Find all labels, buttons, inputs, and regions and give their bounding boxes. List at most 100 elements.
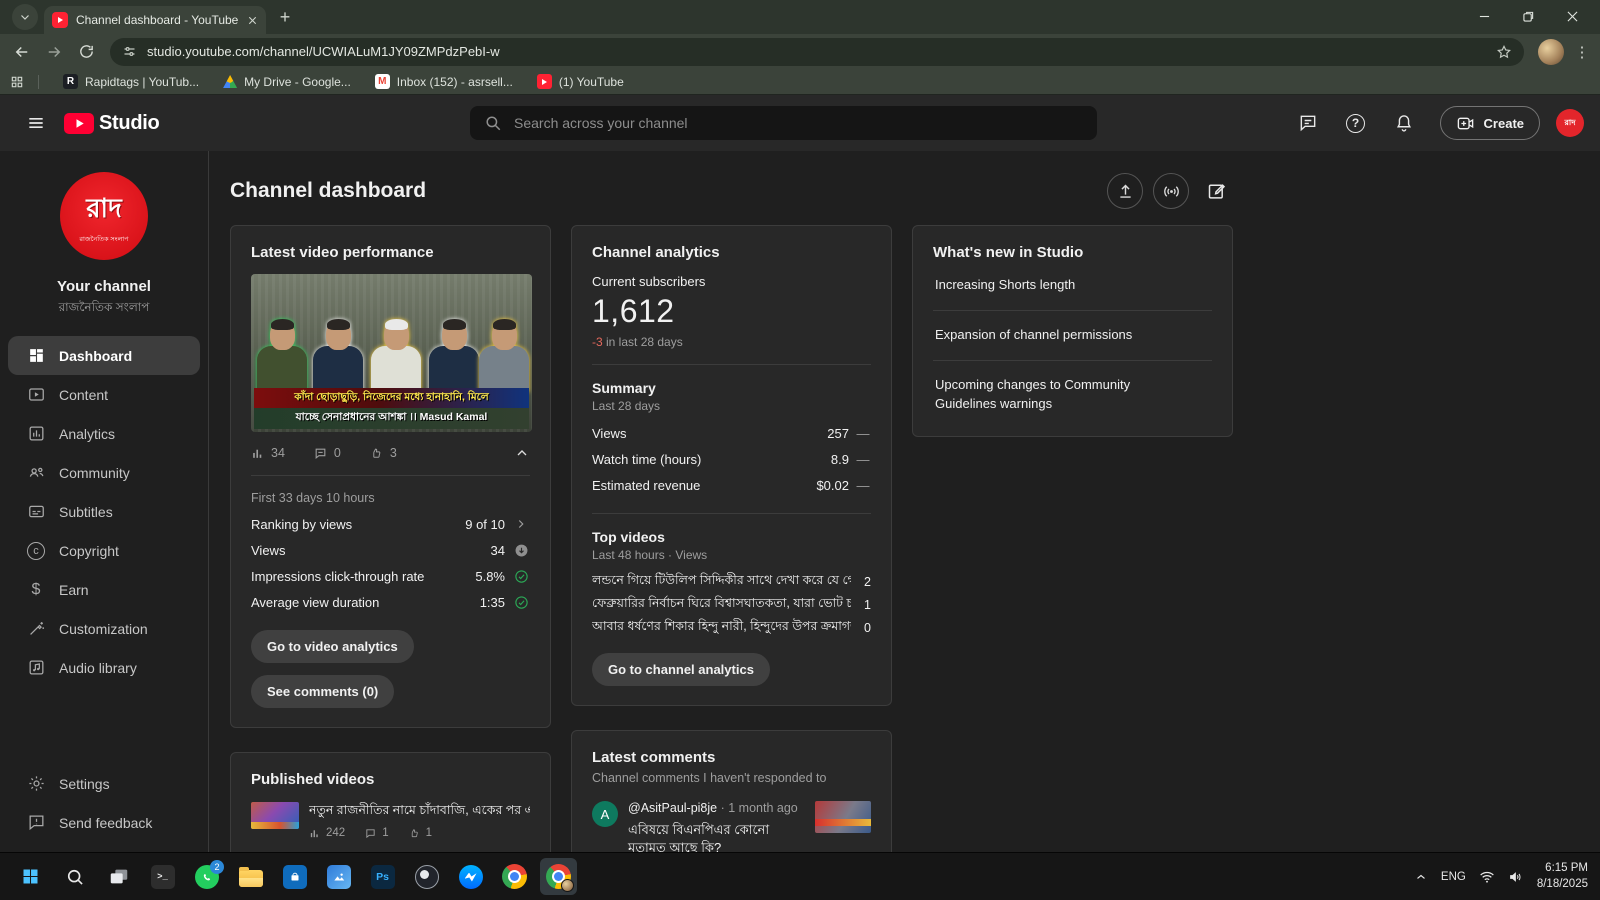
windows-taskbar: >_ 2 Ps ENG 6:15 PM 8/18/2025 [0,852,1600,900]
taskbar-search-button[interactable] [56,858,93,895]
bookmark-drive[interactable]: My Drive - Google... [223,75,351,89]
whats-new-item[interactable]: Increasing Shorts length [933,261,1212,311]
sidebar-item-analytics[interactable]: Analytics [0,414,208,453]
summary-value: 257 [827,426,849,441]
thumb-up-icon [409,828,420,839]
feedback-icon[interactable] [1288,103,1328,143]
thumbnail-person [429,321,479,392]
sidebar-item-label: Analytics [59,426,115,442]
top-video-row[interactable]: আবার ধর্ষণের শিকার হিন্দু নারী, হিন্দুদে… [592,616,871,639]
studio-logo[interactable]: Studio [64,112,159,135]
help-icon[interactable]: ? [1336,103,1376,143]
card-divider [592,513,871,514]
browser-menu-button[interactable]: ⋮ [1572,43,1592,61]
whats-new-item[interactable]: Expansion of channel permissions [933,311,1212,361]
address-bar[interactable]: studio.youtube.com/channel/UCWIALuM1JY09… [110,38,1524,66]
published-video-row[interactable]: নতুন রাজনীতির নামে চাঁদাবাজি, একের পর এক… [251,802,530,839]
bookmark-star-icon[interactable] [1496,44,1512,60]
see-comments-button[interactable]: See comments (0) [251,675,394,708]
sidebar-item-customization[interactable]: Customization [0,609,208,648]
top-video-row[interactable]: ফেব্রুয়ারির নির্বাচন ঘিরে বিশ্বাসঘাতকতা… [592,593,871,616]
chrome-profile1-button[interactable] [496,858,533,895]
notifications-bell-icon[interactable] [1384,103,1424,143]
reload-button[interactable] [72,38,100,66]
terminal-button[interactable]: >_ [144,858,181,895]
apps-grid-icon[interactable] [10,75,24,89]
thumbnail-person [371,321,421,392]
back-button[interactable] [8,38,36,66]
restore-button[interactable] [1506,0,1550,32]
microsoft-store-button[interactable] [276,858,313,895]
file-explorer-button[interactable] [232,858,269,895]
check-circle-icon [512,595,530,610]
account-avatar[interactable]: রাদ [1556,109,1584,137]
wifi-icon[interactable] [1479,869,1495,885]
comments-stat: 1 [365,827,388,839]
minimize-button[interactable] [1462,0,1506,32]
bookmark-rapidtags[interactable]: R Rapidtags | YouTub... [63,74,199,89]
sidebar-item-community[interactable]: Community [0,453,208,492]
metric-label: Views [251,543,491,558]
browser-tab[interactable]: Channel dashboard - YouTube S [44,6,266,34]
sidebar-item-settings[interactable]: Settings [0,764,208,803]
top-video-row[interactable]: লন্ডনে গিয়ে টিউলিপ সিদ্দিকীর সাথে দেখা … [592,570,871,593]
whatsapp-button[interactable]: 2 [188,858,225,895]
latest-video-performance-card: Latest video performance কাঁদা ছোড়াছুড়… [230,225,551,728]
bookmark-youtube[interactable]: (1) YouTube [537,74,624,89]
url-text[interactable]: studio.youtube.com/channel/UCWIALuM1JY09… [147,44,1486,59]
taskbar-clock[interactable]: 6:15 PM 8/18/2025 [1537,861,1588,892]
channel-search-bar[interactable] [470,106,1097,140]
views-count: 34 [271,446,285,460]
search-input[interactable] [514,115,1083,131]
collapse-button[interactable] [514,445,530,461]
browser-profile-avatar[interactable] [1538,39,1564,65]
sidebar-item-send-feedback[interactable]: Send feedback [0,803,208,842]
upload-videos-button[interactable] [1107,173,1143,209]
commenter-avatar[interactable]: A [592,801,618,827]
tab-close-button[interactable] [247,15,258,26]
youtube-favicon [52,12,68,28]
photos-button[interactable] [320,858,357,895]
subscribers-delta: -3 in last 28 days [592,335,871,349]
comment-video-thumbnail[interactable] [815,801,871,833]
start-button[interactable] [12,858,49,895]
language-indicator[interactable]: ENG [1441,871,1466,883]
sidebar-item-earn[interactable]: $ Earn [0,570,208,609]
messenger-button[interactable] [452,858,489,895]
menu-hamburger-button[interactable] [16,103,56,143]
comment-row[interactable]: A @AsitPaul-pi8je · 1 month ago এবিষয়ে … [592,801,871,852]
upload-icon [1116,182,1135,201]
latest-video-thumbnail[interactable]: কাঁদা ছোড়াছুড়ি, নিজেদের মধ্যে হানাহানি… [251,274,532,432]
store-icon [283,865,307,889]
whats-new-item[interactable]: Upcoming changes to Community Guidelines… [933,361,1163,416]
delta-value: -3 [592,335,603,349]
volume-icon[interactable] [1508,869,1524,885]
card-divider [592,364,871,365]
community-icon [26,463,46,483]
commenter-handle[interactable]: @AsitPaul-pi8je [628,801,717,815]
top-video-title: আবার ধর্ষণের শিকার হিন্দু নারী, হিন্দুদে… [592,618,851,638]
go-live-button[interactable] [1153,173,1189,209]
new-tab-button[interactable]: + [272,4,298,30]
close-window-button[interactable] [1550,0,1594,32]
obs-button[interactable] [408,858,445,895]
sidebar-item-copyright[interactable]: c Copyright [0,531,208,570]
site-info-icon[interactable] [122,44,137,59]
sidebar-item-dashboard[interactable]: Dashboard [8,336,200,375]
chrome-profile2-button[interactable] [540,858,577,895]
sidebar-item-subtitles[interactable]: Subtitles [0,492,208,531]
metric-row-ranking[interactable]: Ranking by views 9 of 10 [251,511,530,537]
create-button[interactable]: Create [1440,106,1540,140]
photoshop-button[interactable]: Ps [364,858,401,895]
sidebar-item-audio-library[interactable]: Audio library [0,648,208,687]
channel-avatar[interactable]: রাদ রাজনৈতিক সংলাপ [60,172,148,260]
go-to-video-analytics-button[interactable]: Go to video analytics [251,630,414,663]
bookmark-inbox[interactable]: M Inbox (152) - asrsell... [375,74,513,89]
forward-button[interactable] [40,38,68,66]
tray-expand-button[interactable] [1414,870,1428,884]
task-view-button[interactable] [100,858,137,895]
go-to-channel-analytics-button[interactable]: Go to channel analytics [592,653,770,686]
sidebar-item-content[interactable]: Content [0,375,208,414]
tab-search-button[interactable] [12,4,38,30]
edit-button[interactable] [1199,171,1233,211]
